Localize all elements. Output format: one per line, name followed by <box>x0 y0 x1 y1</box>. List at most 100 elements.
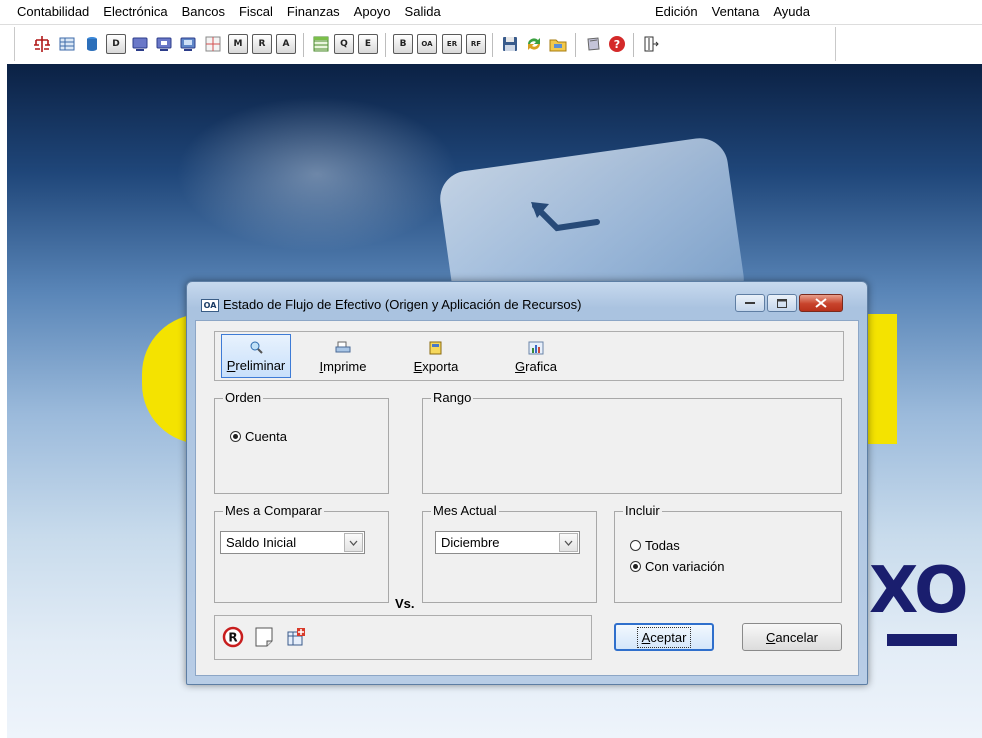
dialog-titlebar[interactable]: OA Estado de Flujo de Efectivo (Origen y… <box>187 282 867 312</box>
grafica-button[interactable]: Grafica <box>500 334 572 378</box>
incluir-group: Incluir Todas Con variación <box>614 503 842 603</box>
menu-contabilidad[interactable]: Contabilidad <box>10 0 96 24</box>
toolbar-d-button[interactable]: D <box>106 34 126 54</box>
mes-comparar-select[interactable]: Saldo Inicial <box>220 531 365 554</box>
minimize-icon <box>745 302 755 304</box>
menu-ventana[interactable]: Ventana <box>705 0 767 24</box>
registered-icon[interactable]: R <box>222 626 246 650</box>
printer-icon <box>335 341 351 353</box>
aceptar-button[interactable]: Aceptar <box>614 623 714 651</box>
logo-bar <box>887 634 957 646</box>
orden-group: Orden Cuenta <box>214 390 389 494</box>
mes-actual-legend: Mes Actual <box>431 503 499 519</box>
chart-of-accounts-icon[interactable] <box>32 34 52 54</box>
menu-apoyo[interactable]: Apoyo <box>347 0 398 24</box>
cancelar-button[interactable]: Cancelar <box>742 623 842 651</box>
imprime-label: Imprime <box>319 359 367 374</box>
logo-xo: XO <box>869 554 968 628</box>
mes-actual-value: Diciembre <box>441 535 500 550</box>
rango-group: Rango <box>422 390 842 494</box>
oa-app-icon: OA <box>201 299 219 312</box>
svg-text:?: ? <box>614 38 620 51</box>
chart-icon <box>528 341 544 355</box>
enter-arrow-icon <box>531 202 600 232</box>
radio-unchecked-icon <box>630 540 641 551</box>
toolbar-m-button[interactable]: M <box>228 34 248 54</box>
preview-magnifier-icon <box>250 341 263 354</box>
save-icon[interactable] <box>500 34 520 54</box>
blank-page-icon[interactable] <box>253 626 277 650</box>
menu-bar: Contabilidad Electrónica Bancos Fiscal F… <box>0 0 982 24</box>
orden-legend: Orden <box>223 390 264 406</box>
exporta-button[interactable]: Exporta <box>400 334 472 378</box>
mes-comparar-value: Saldo Inicial <box>226 535 297 550</box>
toolbar-er-button[interactable]: ER <box>442 34 462 54</box>
con-variacion-radio-label: Con variación <box>645 559 725 574</box>
toolbar-q-button[interactable]: Q <box>334 34 354 54</box>
menu-salida[interactable]: Salida <box>398 0 448 24</box>
toolbar-a-button[interactable]: A <box>276 34 296 54</box>
database-icon[interactable] <box>82 34 102 54</box>
todas-radio[interactable]: Todas <box>630 538 680 553</box>
spreadsheet-icon[interactable] <box>311 34 331 54</box>
monitor-icon-3[interactable] <box>178 34 198 54</box>
chevron-down-icon[interactable] <box>559 533 578 552</box>
svg-text:R: R <box>228 631 237 645</box>
con-variacion-radio[interactable]: Con variación <box>630 559 725 574</box>
mes-actual-group: Mes Actual Diciembre <box>422 503 597 603</box>
vs-label: Vs. <box>395 596 415 611</box>
todas-radio-label: Todas <box>645 538 680 553</box>
menu-group-right: Edición Ventana Ayuda <box>648 0 817 24</box>
cuenta-radio[interactable]: Cuenta <box>230 429 287 444</box>
menu-ayuda[interactable]: Ayuda <box>766 0 817 24</box>
toolbar-r-button[interactable]: R <box>252 34 272 54</box>
maximize-icon <box>777 298 787 308</box>
menu-finanzas[interactable]: Finanzas <box>280 0 347 24</box>
refresh-icon[interactable] <box>524 34 544 54</box>
catalog-icon[interactable] <box>57 34 77 54</box>
toolbar-separator <box>385 33 386 57</box>
imprime-button[interactable]: Imprime <box>307 334 379 378</box>
export-icon <box>429 341 442 355</box>
mes-comparar-legend: Mes a Comparar <box>223 503 324 519</box>
exit-door-icon[interactable] <box>641 34 661 54</box>
dialog-client-area: Preliminar Imprime Exporta Grafica Orden… <box>195 320 859 676</box>
menu-electronica[interactable]: Electrónica <box>96 0 174 24</box>
help-icon[interactable]: ? <box>607 34 627 54</box>
close-button[interactable] <box>799 294 843 312</box>
monitor-icon-2[interactable] <box>154 34 174 54</box>
close-icon <box>815 298 827 308</box>
toolbar-rf-button[interactable]: RF <box>466 34 486 54</box>
monitor-icon[interactable] <box>130 34 150 54</box>
action-toolbar: Preliminar Imprime Exporta Grafica <box>214 331 844 381</box>
chevron-down-icon[interactable] <box>344 533 363 552</box>
menu-edicion[interactable]: Edición <box>648 0 705 24</box>
folder-icon[interactable] <box>548 34 568 54</box>
bottom-toolbar: R <box>214 615 592 660</box>
toolbar-separator <box>633 33 634 57</box>
incluir-legend: Incluir <box>623 503 662 519</box>
aceptar-label: Aceptar <box>636 626 692 648</box>
grid-icon[interactable] <box>203 34 223 54</box>
minimize-button[interactable] <box>735 294 765 312</box>
toolbar-e-button[interactable]: E <box>358 34 378 54</box>
mes-actual-select[interactable]: Diciembre <box>435 531 580 554</box>
toolbar-separator <box>575 33 576 57</box>
preliminar-button[interactable]: Preliminar <box>221 334 291 378</box>
maximize-button[interactable] <box>767 294 797 312</box>
toolbar-oa-button[interactable]: OA <box>417 34 437 54</box>
calculator-icon[interactable] <box>583 34 603 54</box>
mes-comparar-group: Mes a Comparar Saldo Inicial <box>214 503 389 603</box>
toolbar-separator <box>303 33 304 57</box>
toolbar-b-button[interactable]: B <box>393 34 413 54</box>
menu-bancos[interactable]: Bancos <box>175 0 232 24</box>
grafica-label: Grafica <box>515 359 557 374</box>
menu-fiscal[interactable]: Fiscal <box>232 0 280 24</box>
menu-group-left: Contabilidad Electrónica Bancos Fiscal F… <box>10 0 448 24</box>
flujo-efectivo-dialog: OA Estado de Flujo de Efectivo (Origen y… <box>186 281 868 685</box>
rango-legend: Rango <box>431 390 474 406</box>
add-document-icon[interactable] <box>285 626 309 650</box>
cancelar-label: Cancelar <box>765 629 819 645</box>
radio-checked-icon <box>230 431 241 442</box>
toolbar: D M R A Q E B OA ER RF ? <box>0 24 982 65</box>
